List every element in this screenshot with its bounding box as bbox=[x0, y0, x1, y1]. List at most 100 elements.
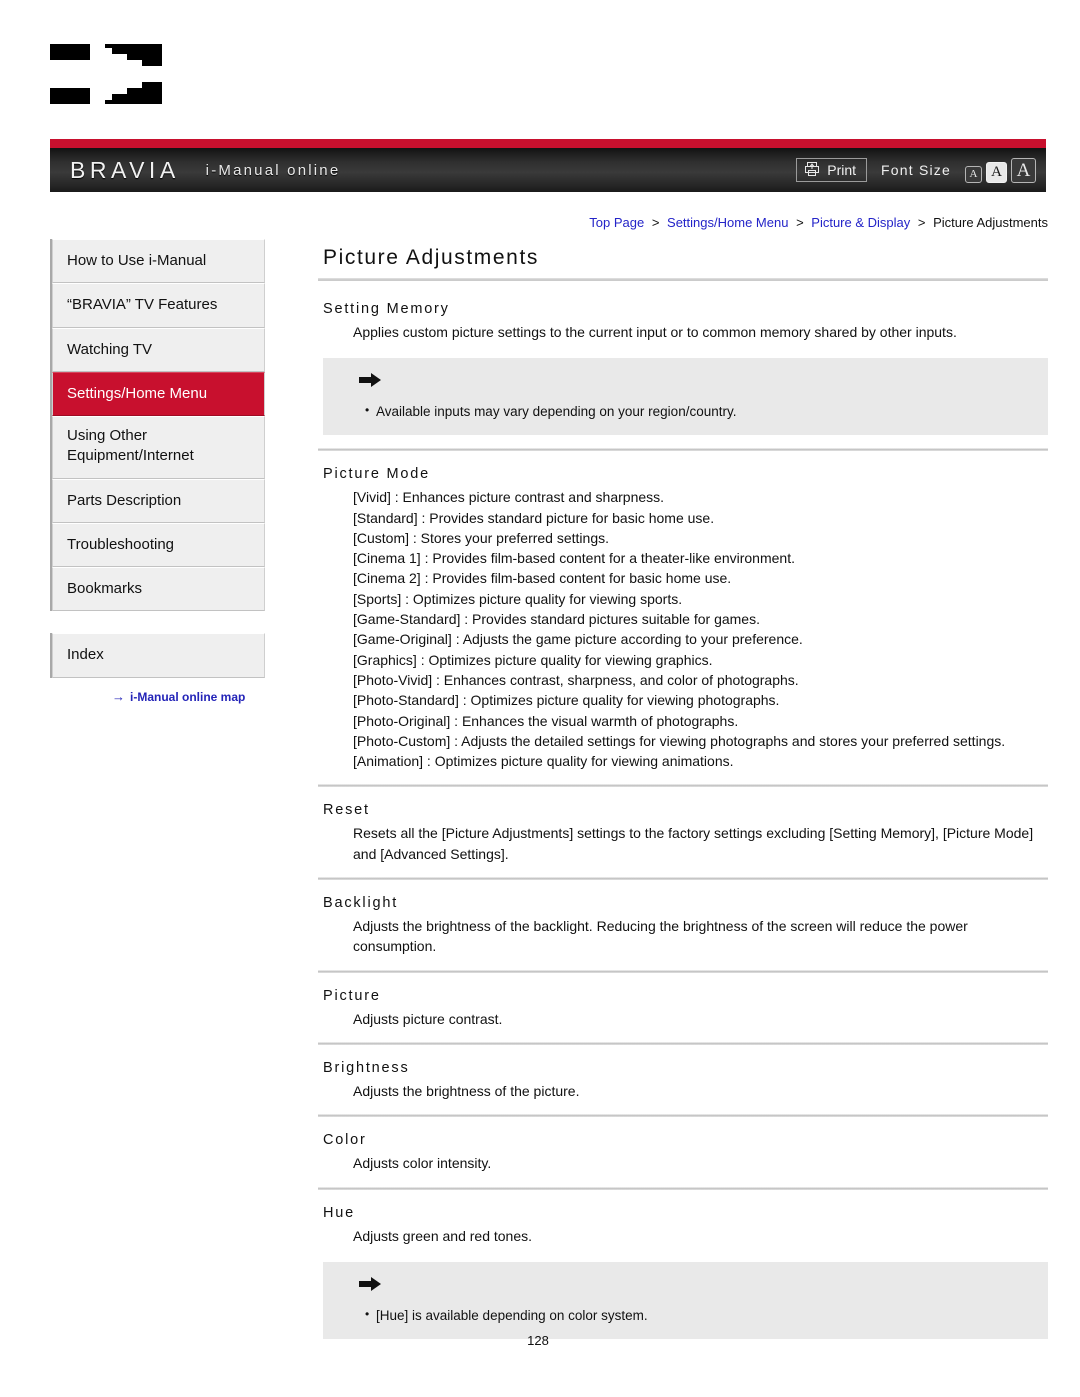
section-divider bbox=[318, 448, 1048, 452]
section-body-line: [Photo-Vivid] : Enhances contrast, sharp… bbox=[353, 671, 799, 688]
right-arrow-icon bbox=[359, 1276, 1048, 1292]
section-color: Color Adjusts color intensity. bbox=[318, 1132, 1048, 1173]
section-body-line: Resets all the [Picture Adjustments] set… bbox=[353, 825, 1034, 862]
sidebar-item-label-line1: Using Other bbox=[67, 427, 148, 444]
i-manual-online-map-link[interactable]: → i-Manual online map bbox=[50, 690, 265, 704]
section-picture: Picture Adjusts picture contrast. bbox=[318, 988, 1048, 1029]
note-item: Available inputs may vary depending on y… bbox=[365, 403, 1048, 419]
sidebar: How to Use i-Manual “BRAVIA” TV Features… bbox=[50, 239, 265, 704]
printer-icon bbox=[804, 161, 820, 179]
section-body-line: Applies custom picture settings to the c… bbox=[353, 324, 957, 340]
section-divider bbox=[318, 969, 1048, 973]
section-divider bbox=[318, 1114, 1048, 1118]
print-button[interactable]: Print bbox=[796, 158, 868, 182]
section-body-line: [Vivid] : Enhances picture contrast and … bbox=[353, 489, 665, 506]
section-divider bbox=[318, 1186, 1048, 1190]
section-body-line: [Game-Original] : Adjusts the game pictu… bbox=[353, 631, 803, 648]
section-body: [Vivid] : Enhances picture contrast and … bbox=[323, 487, 1048, 771]
sidebar-item-index[interactable]: Index bbox=[52, 633, 265, 678]
sidebar-item-bravia-tv-features[interactable]: “BRAVIA” TV Features bbox=[52, 283, 265, 328]
sidebar-item-troubleshooting[interactable]: Troubleshooting bbox=[52, 522, 265, 567]
sidebar-item-parts-description[interactable]: Parts Description bbox=[52, 478, 265, 523]
section-hue: Hue Adjusts green and red tones. [Hue] i… bbox=[318, 1205, 1048, 1339]
section-body-line: Adjusts color intensity. bbox=[353, 1155, 492, 1172]
section-body-line: [Game-Standard] : Provides standard pict… bbox=[353, 611, 760, 628]
section-body: Resets all the [Picture Adjustments] set… bbox=[323, 823, 1048, 864]
header-accent-bar bbox=[50, 139, 1046, 148]
section-setting-memory: Setting Memory Applies custom picture se… bbox=[318, 301, 1048, 436]
section-picture-mode: Picture Mode [Vivid] : Enhances picture … bbox=[318, 466, 1048, 771]
section-heading: Picture bbox=[323, 987, 381, 1004]
section-body: Adjusts the brightness of the picture. bbox=[323, 1081, 1048, 1101]
header-bar: BRAVIA i-Manual online Print Font Size A… bbox=[50, 148, 1046, 192]
section-body-line: [Cinema 2] : Provides film-based content… bbox=[353, 570, 732, 587]
section-heading: Backlight bbox=[323, 895, 399, 912]
font-size-small-button[interactable]: A bbox=[965, 165, 982, 183]
section-body-line: [Cinema 1] : Provides film-based content… bbox=[353, 550, 795, 567]
breadcrumb-item-current: Picture Adjustments bbox=[933, 215, 1048, 230]
page-title: Picture Adjustments bbox=[323, 246, 539, 269]
section-body-line: [Animation] : Optimizes picture quality … bbox=[353, 753, 734, 770]
section-body: Adjusts the brightness of the backlight.… bbox=[323, 916, 1048, 957]
section-heading: Picture Mode bbox=[323, 466, 431, 483]
section-body-line: [Photo-Custom] : Adjusts the detailed se… bbox=[353, 732, 1006, 749]
section-body: Adjusts picture contrast. bbox=[323, 1009, 1048, 1029]
note-item: [Hue] is available depending on color sy… bbox=[365, 1307, 1048, 1323]
sidebar-item-watching-tv[interactable]: Watching TV bbox=[52, 327, 265, 372]
breadcrumb-separator: > bbox=[796, 215, 804, 230]
section-backlight: Backlight Adjusts the brightness of the … bbox=[318, 895, 1048, 957]
section-body: Applies custom picture settings to the c… bbox=[323, 322, 1048, 342]
section-body-line: [Photo-Original] : Enhances the visual w… bbox=[353, 712, 739, 729]
section-body: Adjusts color intensity. bbox=[323, 1153, 1048, 1173]
section-body-line: Adjusts picture contrast. bbox=[353, 1010, 503, 1027]
section-heading: Color bbox=[323, 1132, 367, 1149]
page-number: 128 bbox=[527, 1333, 549, 1348]
i-manual-online-map-label: i-Manual online map bbox=[130, 689, 246, 704]
sidebar-item-how-to-use-i-manual[interactable]: How to Use i-Manual bbox=[52, 239, 265, 284]
section-divider bbox=[318, 877, 1048, 881]
section-body-line: [Sports] : Optimizes picture quality for… bbox=[353, 590, 683, 607]
site-header: BRAVIA i-Manual online Print Font Size A… bbox=[50, 139, 1046, 192]
title-divider bbox=[318, 278, 1048, 281]
section-body-line: Adjusts the brightness of the backlight.… bbox=[353, 918, 968, 955]
breadcrumb-separator: > bbox=[917, 215, 926, 230]
font-size-group: A A A bbox=[965, 157, 1036, 183]
section-body-line: [Graphics] : Optimizes picture quality f… bbox=[353, 651, 713, 668]
sidebar-main-block: How to Use i-Manual “BRAVIA” TV Features… bbox=[50, 239, 265, 612]
font-size-label: Font Size bbox=[881, 162, 951, 178]
breadcrumb: Top Page > Settings/Home Menu > Picture … bbox=[318, 215, 1048, 230]
section-divider bbox=[318, 1041, 1048, 1045]
header-tools: Print Font Size A A A bbox=[796, 148, 1036, 192]
brand-name: BRAVIA bbox=[70, 156, 180, 183]
section-heading: Brightness bbox=[323, 1059, 410, 1076]
note-box: [Hue] is available depending on color sy… bbox=[323, 1261, 1048, 1339]
breadcrumb-item-picture-and-display[interactable]: Picture & Display bbox=[811, 215, 910, 230]
section-body: Adjusts green and red tones. bbox=[323, 1226, 1048, 1246]
site-subtitle: i-Manual online bbox=[205, 161, 341, 179]
sidebar-item-bookmarks[interactable]: Bookmarks bbox=[52, 567, 265, 612]
section-body-line: Adjusts green and red tones. bbox=[353, 1227, 533, 1244]
breadcrumb-item-top-page[interactable]: Top Page bbox=[589, 215, 644, 230]
font-size-large-button[interactable]: A bbox=[1011, 157, 1036, 183]
main-content: Top Page > Settings/Home Menu > Picture … bbox=[318, 215, 1048, 1339]
sidebar-item-using-other-equipment-internet[interactable]: Using Other Equipment/Internet bbox=[52, 416, 265, 479]
print-button-label: Print bbox=[827, 162, 857, 178]
section-body-line: Adjusts the brightness of the picture. bbox=[353, 1082, 580, 1099]
sidebar-item-label-line2: Equipment/Internet bbox=[67, 447, 194, 465]
font-size-medium-button[interactable]: A bbox=[986, 161, 1007, 183]
sidebar-item-settings-home-menu[interactable]: Settings/Home Menu bbox=[52, 371, 265, 416]
section-heading: Setting Memory bbox=[323, 301, 450, 317]
brand-logo-mark bbox=[50, 38, 180, 116]
section-divider bbox=[318, 784, 1048, 788]
section-body-line: [Custom] : Stores your preferred setting… bbox=[353, 529, 609, 546]
breadcrumb-separator: > bbox=[651, 215, 660, 230]
breadcrumb-item-settings-home-menu[interactable]: Settings/Home Menu bbox=[667, 215, 788, 230]
section-brightness: Brightness Adjusts the brightness of the… bbox=[318, 1060, 1048, 1101]
sidebar-index-block: Index bbox=[50, 633, 265, 678]
section-heading: Hue bbox=[323, 1204, 355, 1221]
section-heading: Reset bbox=[323, 802, 370, 819]
note-box: Available inputs may vary depending on y… bbox=[323, 358, 1048, 436]
right-arrow-icon: → bbox=[112, 689, 125, 704]
section-body-line: [Standard] : Provides standard picture f… bbox=[353, 509, 715, 526]
